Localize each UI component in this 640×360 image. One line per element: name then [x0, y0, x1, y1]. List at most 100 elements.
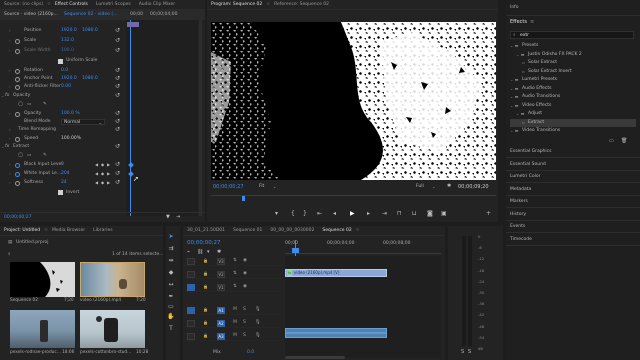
reset-time-remap-icon[interactable]: ↺ — [115, 126, 120, 134]
position-x-value[interactable]: 1920.0 — [61, 27, 77, 35]
reset-scale-width-icon[interactable]: ↺ — [115, 47, 120, 55]
tab-lumetri-scopes[interactable]: Lumetri Scopes — [92, 0, 135, 10]
ripple-edit-tool-icon[interactable]: ⇹ — [166, 256, 176, 266]
speed-value[interactable]: 100.00% — [61, 135, 81, 143]
reset-scale-icon[interactable]: ↺ — [115, 37, 120, 45]
eye-icon[interactable]: ◉ — [243, 269, 247, 279]
tab-media-browser[interactable]: Media Browser — [48, 226, 89, 236]
track-label[interactable]: V3 — [217, 257, 225, 265]
side-panel-header[interactable]: Events — [506, 221, 640, 233]
side-panel-header[interactable]: Markers — [506, 196, 640, 208]
rotation-stopwatch-icon[interactable] — [15, 68, 20, 74]
white-input-stopwatch-icon[interactable] — [15, 171, 20, 177]
side-panel-header[interactable]: Timecode — [506, 234, 640, 246]
mute-icon[interactable]: M — [233, 331, 237, 341]
tab-audio-clip-mixer[interactable]: Audio Clip Mixer — [135, 0, 179, 10]
effects-search-field[interactable]: ⌕ extr — [510, 31, 634, 39]
slip-tool-icon[interactable]: ↔ — [166, 280, 176, 290]
microphone-icon[interactable]: 🎙 — [255, 318, 261, 328]
tab-reference[interactable]: Reference: Sequence 02 — [270, 0, 333, 10]
scale-width-stopwatch-icon[interactable] — [15, 48, 20, 54]
thumb-pexels-cottonbro[interactable] — [80, 310, 145, 348]
extract-mask-pen-icon[interactable]: ✎ — [43, 152, 47, 160]
effects-tree-folder[interactable]: ⌄ ▬ Justin Odisho FX PACK 2 — [510, 51, 636, 59]
scale-stopwatch-icon[interactable] — [15, 38, 20, 44]
solo-icon[interactable]: S — [243, 331, 246, 341]
program-scrubber[interactable] — [211, 195, 496, 201]
extract-icon[interactable]: ⊔ — [412, 210, 417, 218]
black-input-stopwatch-icon[interactable] — [15, 162, 20, 168]
reset-anchor-icon[interactable]: ↺ — [115, 75, 120, 83]
solo-icon[interactable]: S — [243, 318, 246, 328]
opacity-mask-pen-icon[interactable]: ✎ — [43, 101, 47, 109]
scale-width-expand-icon[interactable]: › — [9, 47, 11, 55]
effects-tree-folder[interactable]: ⌄ ▬ Video Transitions — [510, 127, 636, 135]
a1-audio-clip[interactable] — [285, 328, 387, 338]
side-panel-header[interactable]: Metadata — [506, 184, 640, 196]
mute-icon[interactable]: M — [233, 318, 237, 328]
effects-tree-folder[interactable]: ⌄ ▬ Audio Transitions — [510, 93, 636, 101]
lock-icon[interactable]: 🔒 — [203, 305, 208, 315]
selection-tool-icon[interactable]: ➤ — [166, 232, 176, 242]
speed-stopwatch-icon[interactable] — [15, 136, 20, 142]
white-input-expand-icon[interactable]: › — [9, 170, 11, 178]
extract-mask-rect-icon[interactable]: ▭ — [27, 152, 31, 160]
opacity-expand-icon[interactable]: › — [9, 110, 11, 118]
add-marker-tl-icon[interactable]: ▾ — [207, 248, 210, 256]
antiflicker-value[interactable]: 0.00 — [61, 83, 71, 91]
softness-expand-icon[interactable]: › — [9, 179, 11, 187]
source-patch-toggle[interactable] — [187, 270, 195, 278]
black-input-expand-icon[interactable]: › — [9, 161, 11, 169]
tab-sequence-01[interactable]: Sequence 01 — [229, 226, 266, 236]
tab-source[interactable]: Source: (no clips) — [0, 0, 47, 10]
lock-icon[interactable]: 🔒 — [203, 256, 208, 266]
black-input-value[interactable]: 0 — [61, 161, 64, 169]
effects-tree-item[interactable]: ▫ Solar Extract — [510, 59, 636, 67]
opacity-section-expand-icon[interactable]: ⌄ — [1, 92, 4, 100]
timeline-hscroll[interactable] — [285, 356, 345, 359]
kf-add-black-icon[interactable]: ◆ — [101, 161, 104, 169]
linked-selection-icon[interactable]: ⛓ — [197, 248, 203, 256]
go-to-in-icon[interactable]: ⇤ — [317, 210, 322, 218]
effects-tree-folder[interactable]: ⌄ ▬ Lumetri Presets — [510, 76, 636, 84]
speed-expand-icon[interactable]: › — [9, 135, 11, 143]
thumb-sequence-02[interactable] — [10, 262, 75, 297]
tab-sequence-02[interactable]: Sequence 02 — [318, 226, 355, 236]
new-folder-icon[interactable]: ▭ — [609, 137, 614, 145]
info-header[interactable]: Info — [506, 0, 640, 16]
source-patch-toggle[interactable] — [187, 319, 195, 327]
position-expand-icon[interactable]: › — [9, 27, 11, 35]
reset-opacity-icon[interactable]: ↺ — [115, 110, 120, 118]
lock-icon[interactable]: 🔒 — [203, 282, 208, 292]
lock-icon[interactable]: 🔒 — [203, 331, 208, 341]
ec-playhead[interactable] — [130, 20, 131, 216]
track-label[interactable]: V2 — [217, 270, 225, 278]
timeline-timecode[interactable]: 00;00;00;27 — [187, 239, 221, 247]
side-panel-header[interactable]: Essential Graphics — [506, 146, 640, 158]
mix-value[interactable]: 0.0 — [247, 348, 254, 358]
sequence-header-label[interactable]: Sequence 02 · video (... — [64, 11, 117, 19]
add-marker-icon[interactable]: ▾ — [275, 210, 278, 218]
rectangle-tool-icon[interactable]: ▭ — [166, 302, 176, 312]
reset-opacity-section-icon[interactable]: ↺ — [115, 92, 120, 100]
program-playhead[interactable] — [242, 196, 245, 201]
mute-icon[interactable]: M — [233, 305, 237, 315]
kf-prev-black-icon[interactable]: ◀ — [95, 161, 98, 169]
type-tool-icon[interactable]: T — [166, 324, 176, 334]
scale-width-value[interactable]: 100.0 — [61, 47, 74, 55]
timeline-settings-icon[interactable]: ✱ — [217, 248, 221, 256]
side-panel-header[interactable]: Essential Sound — [506, 159, 640, 171]
scale-expand-icon[interactable]: › — [9, 37, 11, 45]
tab-sequence-0030002[interactable]: 00_00_00_0030002 — [266, 226, 318, 236]
solo-icon[interactable]: S — [243, 305, 246, 315]
program-timecode[interactable]: 00;00;00;27 — [213, 183, 244, 191]
uniform-scale-checkbox[interactable] — [58, 58, 63, 64]
lift-icon[interactable]: ⊓ — [397, 210, 402, 218]
v1-video-clip[interactable]: fx video (2160p).mp4 [V] — [285, 269, 387, 277]
kf-prev-white-icon[interactable]: ◀ — [95, 170, 98, 178]
kf-add-white-icon[interactable]: ◆ — [101, 170, 104, 178]
ec-scrollbar[interactable] — [199, 20, 202, 216]
reset-rotation-icon[interactable]: ↺ — [115, 67, 120, 75]
effects-tree-folder[interactable]: ⌄ ▬ Adjust — [510, 110, 636, 118]
razor-tool-icon[interactable]: ◆ — [166, 268, 176, 278]
